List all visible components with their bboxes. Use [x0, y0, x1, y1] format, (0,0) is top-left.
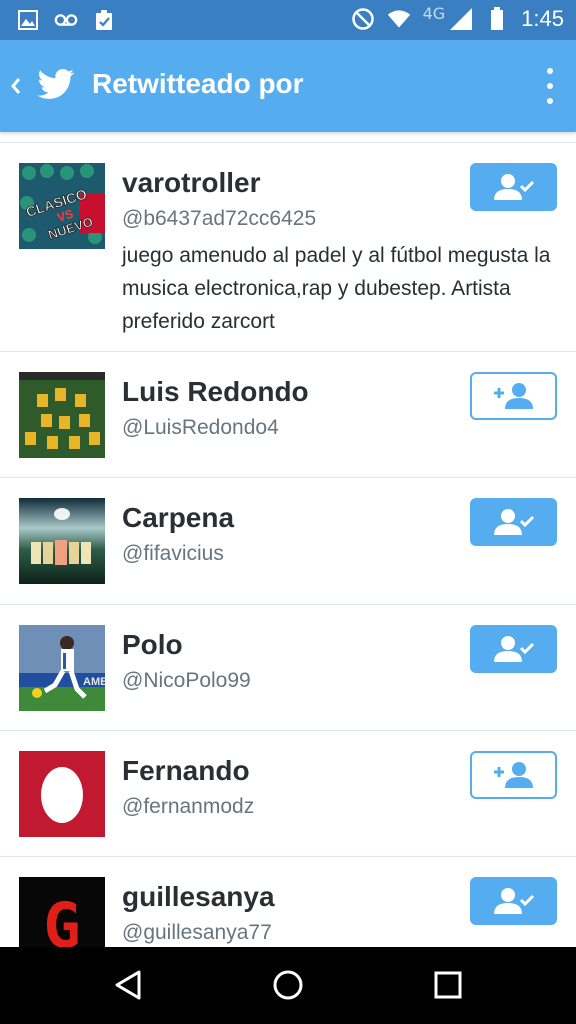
user-check-icon: [493, 509, 534, 535]
overflow-dot: [547, 98, 553, 104]
retweeters-list: CLASICO VS NUEVO varotroller @b6437ad72c…: [0, 142, 576, 947]
list-item[interactable]: Carpena @fifavicius: [0, 478, 576, 605]
avatar-text: AME: [83, 676, 105, 688]
following-button[interactable]: [470, 498, 557, 546]
user-handle: @fifavicius: [122, 542, 224, 565]
avatar[interactable]: AME: [19, 625, 105, 711]
overflow-dot: [547, 68, 553, 74]
triangle-back-icon: [115, 970, 141, 1000]
do-not-disturb-icon: [351, 7, 375, 31]
following-button[interactable]: [470, 163, 557, 211]
user-check-icon: [493, 636, 534, 662]
system-nav-bar: [0, 947, 576, 1024]
avatar-text: G: [43, 889, 80, 947]
user-handle: @LuisRedondo4: [122, 416, 279, 439]
list-item[interactable]: G guillesanya @guillesanya77: [0, 857, 576, 947]
status-bar-system: 4G 1:45: [351, 3, 564, 32]
avatar[interactable]: G: [19, 877, 105, 947]
avatar[interactable]: [19, 498, 105, 584]
user-check-icon: [493, 174, 534, 200]
page-title: Retwitteado por: [92, 68, 304, 99]
clock: 1:45: [521, 6, 564, 31]
nav-home-button[interactable]: [268, 965, 308, 1005]
circle-home-icon: [273, 970, 303, 1000]
network-type-label: 4G: [422, 3, 446, 23]
square-recents-icon: [434, 971, 462, 999]
following-button[interactable]: [470, 877, 557, 925]
nav-back-button[interactable]: [108, 965, 148, 1005]
list-item[interactable]: AME Polo @NicoPolo99: [0, 605, 576, 731]
status-bar-notifications: [16, 8, 116, 32]
list-item[interactable]: Fernando @fernanmodz: [0, 731, 576, 857]
avatar[interactable]: CLASICO VS NUEVO: [19, 163, 105, 249]
user-bio: juego amenudo al padel y al fútbol megus…: [122, 244, 551, 333]
overflow-dot: [547, 83, 553, 89]
user-name[interactable]: guillesanya: [122, 881, 275, 913]
list-item[interactable]: CLASICO VS NUEVO varotroller @b6437ad72c…: [0, 143, 576, 352]
cell-signal-icon: [449, 7, 473, 31]
user-handle: @NicoPolo99: [122, 669, 251, 692]
follow-button[interactable]: [470, 751, 557, 799]
back-button[interactable]: [4, 66, 28, 106]
list-item[interactable]: Luis Redondo @LuisRedondo4: [0, 352, 576, 478]
image-icon: [16, 8, 40, 32]
twitter-bird-icon[interactable]: [36, 64, 76, 104]
user-handle: @guillesanya77: [122, 921, 272, 944]
user-name[interactable]: Luis Redondo: [122, 376, 309, 408]
wifi-icon: [387, 7, 411, 31]
user-name[interactable]: Fernando: [122, 755, 250, 787]
follow-button[interactable]: [470, 372, 557, 420]
overflow-menu-button[interactable]: [538, 64, 562, 108]
avatar[interactable]: [19, 751, 105, 837]
avatar[interactable]: [19, 372, 105, 458]
status-bar: 4G 1:45: [0, 0, 576, 40]
clipboard-check-icon: [92, 8, 116, 32]
user-name[interactable]: Carpena: [122, 502, 234, 534]
user-name[interactable]: varotroller: [122, 167, 261, 199]
chevron-left-icon: [11, 78, 21, 94]
nav-recents-button[interactable]: [428, 965, 468, 1005]
user-name[interactable]: Polo: [122, 629, 183, 661]
user-handle: @fernanmodz: [122, 795, 255, 818]
user-handle: @b6437ad72cc6425: [122, 207, 317, 230]
app-bar: Retwitteado por: [0, 40, 576, 132]
user-check-icon: [493, 888, 534, 914]
voicemail-icon: [54, 8, 78, 32]
battery-icon: [485, 7, 509, 31]
add-user-icon: [493, 383, 533, 409]
add-user-icon: [493, 762, 533, 788]
following-button[interactable]: [470, 625, 557, 673]
